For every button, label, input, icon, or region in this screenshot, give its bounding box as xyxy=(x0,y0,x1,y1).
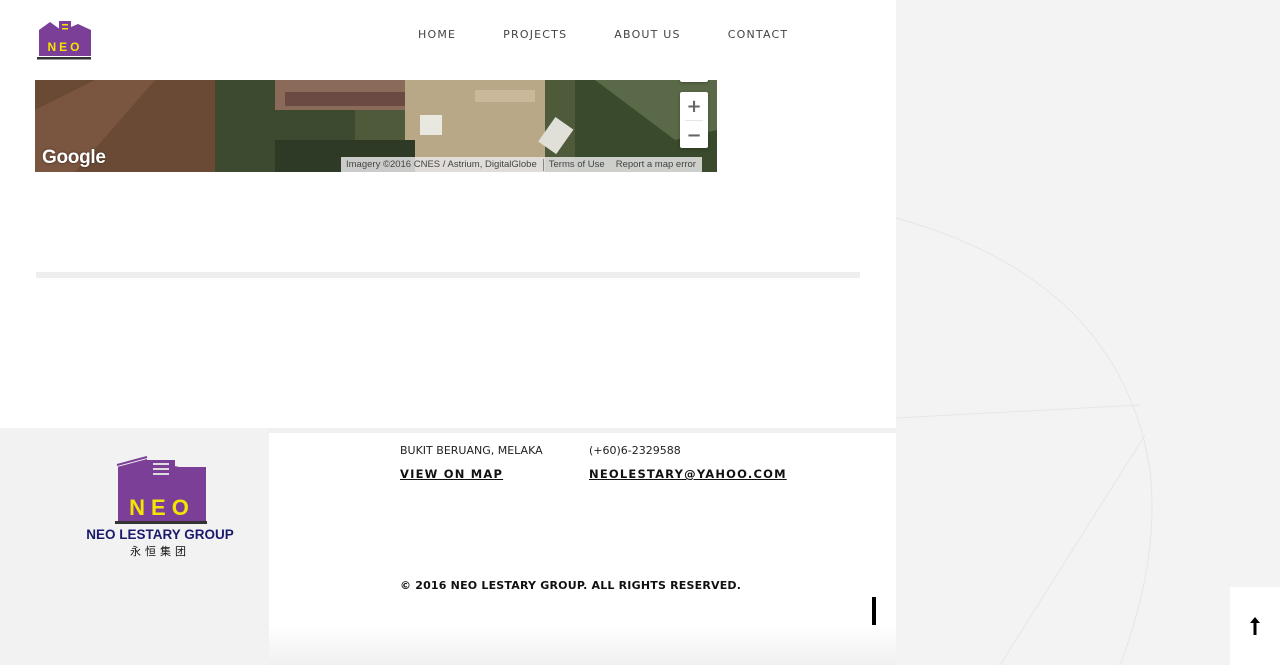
arrow-up-icon xyxy=(1250,617,1260,635)
terms-of-use-link[interactable]: Terms of Use xyxy=(544,159,611,170)
map-attribution-bar: Imagery ©2016 CNES / Astrium, DigitalGlo… xyxy=(341,157,702,172)
scroll-to-top-button[interactable] xyxy=(1230,587,1280,665)
footer-logo-panel: NEO NEO LESTARY GROUP 永恒集团 xyxy=(0,428,269,665)
zoom-out-button[interactable]: − xyxy=(680,121,708,149)
map-control-top[interactable] xyxy=(680,80,708,82)
nav-home[interactable]: HOME xyxy=(418,28,456,42)
zoom-controls: + − xyxy=(680,92,708,148)
nav-about-us[interactable]: ABOUT US xyxy=(614,28,680,42)
section-divider xyxy=(36,272,860,278)
google-logo[interactable]: Google xyxy=(42,147,106,169)
view-on-map-link[interactable]: VIEW ON MAP xyxy=(400,467,503,481)
site-header: NEO HOME PROJECTS ABOUT US CONTACT xyxy=(0,0,896,80)
nav-contact[interactable]: CONTACT xyxy=(728,28,789,42)
nav-projects[interactable]: PROJECTS xyxy=(503,28,567,42)
content-area: NEO HOME PROJECTS ABOUT US CONTACT + − G… xyxy=(0,0,896,428)
neo-lestary-group-logo[interactable]: NEO NEO LESTARY GROUP 永恒集团 xyxy=(85,443,235,563)
satellite-map[interactable]: + − Google Imagery ©2016 CNES / Astrium,… xyxy=(35,80,717,172)
bottom-shade xyxy=(269,625,896,665)
zoom-in-button[interactable]: + xyxy=(680,92,708,120)
big-logo-text: NEO xyxy=(129,495,195,520)
report-map-error-link[interactable]: Report a map error xyxy=(611,159,702,170)
copyright-text: © 2016 NEO LESTARY GROUP. ALL RIGHTS RES… xyxy=(400,579,742,592)
company-chinese-name: 永恒集团 xyxy=(130,544,190,558)
address-text: BUKIT BERUANG, MELAKA xyxy=(400,444,543,457)
company-name: NEO LESTARY GROUP xyxy=(86,527,234,542)
logo-text: NEO xyxy=(47,40,82,54)
neo-logo[interactable]: NEO xyxy=(36,18,92,60)
main-nav: HOME PROJECTS ABOUT US CONTACT xyxy=(418,28,835,42)
imagery-attribution: Imagery ©2016 CNES / Astrium, DigitalGlo… xyxy=(346,159,537,170)
phone-text: (+60)6-2329588 xyxy=(589,444,681,457)
email-link[interactable]: NEOLESTARY@YAHOO.COM xyxy=(589,467,787,481)
